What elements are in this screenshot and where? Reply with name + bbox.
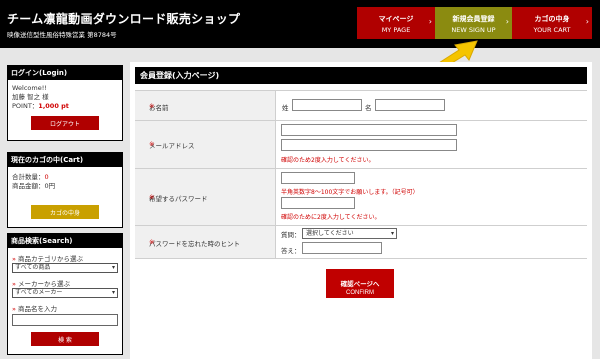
license-text: 映像送信型性風俗特殊営業 第8784号 — [7, 31, 117, 39]
cart-total-row: 商品金額：0円 — [8, 182, 122, 191]
email-row: メールアドレス ※ 確認のため2度入力してください。 — [135, 120, 587, 168]
point-row: POINT：1,000 pt — [8, 102, 122, 111]
product-name-input[interactable] — [12, 314, 118, 326]
name-label-cell: お名前 ※ — [135, 91, 276, 120]
password-confirm-input[interactable] — [281, 197, 355, 209]
cart-heading: 現在のカゴの中(Cart) — [8, 153, 122, 167]
marker-icon: » — [12, 305, 16, 313]
hint-question-value: 選択してください — [306, 230, 354, 237]
nav-mypage-sub: MY PAGE — [381, 26, 411, 34]
maker-select[interactable]: すべてのメーカー ▾ — [12, 288, 118, 298]
nav-new-signup[interactable]: 新規会員登録 NEW SIGN UP › — [435, 7, 512, 39]
cart-total-label: 商品金額： — [12, 182, 45, 190]
hint-question-select[interactable]: 選択してください ▾ — [302, 228, 397, 239]
login-box: ログイン(Login) Welcome!! 加藤 智之 様 POINT：1,00… — [7, 65, 123, 141]
mei-label: 名 — [365, 104, 372, 112]
chevron-right-icon: › — [505, 17, 509, 26]
main-content: 会員登録(入力ページ) お名前 ※ 姓 名 メールアドレス ※ 確認のため2度入力し… — [130, 62, 592, 359]
nav-cart-sub: YOUR CART — [533, 26, 571, 34]
point-label: POINT： — [12, 102, 39, 110]
cart-count-label: 合計数量： — [12, 173, 45, 181]
category-value: すべての商品 — [15, 264, 51, 271]
password-row: 希望するパスワード ※ 半角英数字8〜100文字でお願いします。（記号可） 確認の… — [135, 168, 587, 225]
search-button[interactable]: 検 索 — [31, 332, 99, 346]
site-header: チーム凛龍動画ダウンロード販売ショップ 映像送信型性風俗特殊営業 第8784号 … — [0, 0, 600, 48]
sei-label: 姓 — [282, 104, 289, 112]
email-confirm-input[interactable] — [281, 139, 457, 151]
welcome-text: Welcome!! — [12, 84, 47, 92]
name-row: お名前 ※ 姓 名 — [135, 90, 587, 120]
cart-count-row: 合計数量：0 — [8, 173, 122, 182]
cart-box: 現在のカゴの中(Cart) 合計数量：0 商品金額：0円 カゴの中身 — [7, 152, 123, 228]
shop-title[interactable]: チーム凛龍動画ダウンロード販売ショップ — [7, 10, 240, 27]
logout-button[interactable]: ログアウト — [31, 116, 99, 130]
confirm-label: 確認ページへ — [340, 280, 380, 288]
chevron-down-icon: ▾ — [111, 289, 115, 296]
email-note: 確認のため2度入力してください。 — [281, 157, 375, 164]
password-label-cell: 希望するパスワード ※ — [135, 169, 276, 225]
password-note: 確認のために2度入力してください。 — [281, 214, 381, 221]
nav-signup-sub: NEW SIGN UP — [451, 26, 496, 34]
chevron-down-icon: ▾ — [111, 264, 115, 271]
confirm-sub: CONFIRM — [346, 289, 374, 296]
maker-value: すべてのメーカー — [15, 289, 63, 296]
last-name-input[interactable] — [292, 99, 362, 111]
question-label: 質問： — [281, 231, 301, 239]
maker-label: メーカーから選ぶ — [17, 280, 70, 288]
nav-cart-label: カゴの中身 — [534, 15, 570, 23]
chevron-right-icon: › — [428, 17, 432, 26]
hint-label-cell: パスワードを忘れた時のヒント ※ — [135, 226, 276, 258]
search-heading: 商品検索(Search) — [8, 234, 122, 248]
nav-signup-label: 新規会員登録 — [452, 15, 495, 23]
confirm-button[interactable]: 確認ページへ CONFIRM — [326, 269, 394, 298]
password-rule: 半角英数字8〜100文字でお願いします。（記号可） — [281, 189, 419, 196]
first-name-input[interactable] — [375, 99, 445, 111]
login-heading: ログイン(Login) — [8, 66, 122, 80]
hint-row: パスワードを忘れた時のヒント ※ 質問： 選択してください ▾ 答え： — [135, 225, 587, 259]
chevron-right-icon: › — [585, 17, 589, 26]
page-title: 会員登録(入力ページ) — [135, 67, 587, 84]
point-value: 1,000 pt — [38, 102, 69, 110]
maker-label-row: » メーカーから選ぶ — [8, 278, 122, 288]
email-label-cell: メールアドレス ※ — [135, 121, 276, 168]
hint-answer-input[interactable] — [302, 242, 382, 254]
password-input[interactable] — [281, 172, 355, 184]
name-label-row: » 商品名を入力 — [8, 303, 122, 313]
cart-total-value: 0円 — [44, 182, 56, 190]
nav-mypage[interactable]: マイページ MY PAGE › — [357, 7, 435, 39]
view-cart-button[interactable]: カゴの中身 — [31, 205, 99, 219]
user-name: 加藤 智之 様 — [12, 93, 49, 101]
email-input[interactable] — [281, 124, 457, 136]
chevron-down-icon: ▾ — [390, 230, 394, 237]
nav-mypage-label: マイページ — [378, 15, 414, 23]
marker-icon: » — [12, 280, 16, 288]
answer-label: 答え： — [281, 247, 301, 255]
name-label: 商品名を入力 — [17, 305, 57, 313]
cart-count-value: 0 — [44, 173, 49, 181]
nav-cart[interactable]: カゴの中身 YOUR CART › — [512, 7, 592, 39]
category-select[interactable]: すべての商品 ▾ — [12, 263, 118, 273]
marker-icon: » — [12, 255, 16, 263]
category-label: 商品カテゴリから選ぶ — [17, 255, 83, 263]
search-box: 商品検索(Search) » 商品カテゴリから選ぶ すべての商品 ▾ » メーカーか… — [7, 233, 123, 355]
category-label-row: » 商品カテゴリから選ぶ — [8, 253, 122, 263]
